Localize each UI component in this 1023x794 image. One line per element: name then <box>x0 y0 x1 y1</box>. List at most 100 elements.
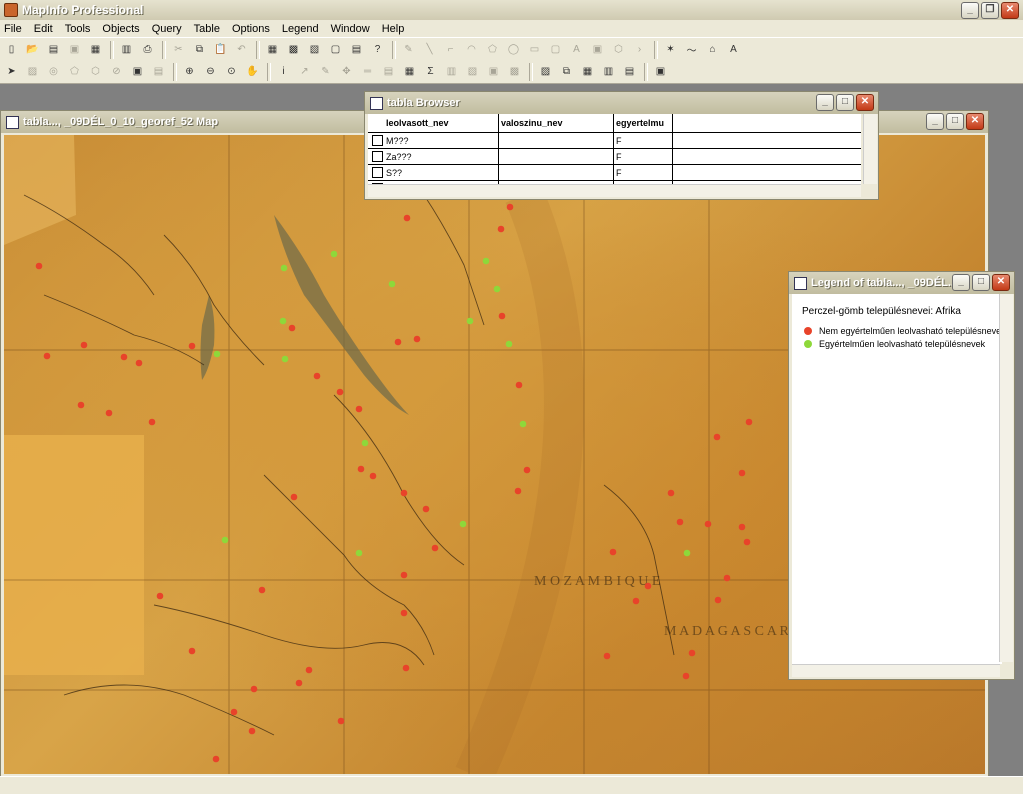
column-header[interactable]: egyertelmu <box>614 114 673 132</box>
row-checkbox[interactable] <box>371 151 383 162</box>
map-point-ambiguous[interactable] <box>336 388 344 396</box>
table-cell[interactable]: F <box>614 149 673 164</box>
map-point-unambiguous[interactable] <box>355 549 363 557</box>
table-row[interactable]: M??? F <box>368 133 861 149</box>
zoom-out-icon[interactable]: ⊖ <box>201 62 220 81</box>
table-row[interactable]: Za??? F <box>368 149 861 165</box>
map-point-ambiguous[interactable] <box>515 381 523 389</box>
map-point-ambiguous[interactable] <box>305 666 313 674</box>
map-point-ambiguous[interactable] <box>609 548 617 556</box>
menu-objects[interactable]: Objects <box>102 23 139 35</box>
info-tool-icon[interactable]: i <box>274 62 293 81</box>
map-point-unambiguous[interactable] <box>388 280 396 288</box>
legend-minimize-button[interactable]: _ <box>952 274 970 291</box>
polyline-icon[interactable]: ⌐ <box>441 40 460 59</box>
legend-close-button[interactable]: ✕ <box>992 274 1010 291</box>
table-cell[interactable] <box>499 149 614 164</box>
setclip-icon[interactable]: ▩ <box>505 62 524 81</box>
map-point-ambiguous[interactable] <box>77 401 85 409</box>
copy-icon[interactable]: ⧉ <box>190 40 209 59</box>
map-point-ambiguous[interactable] <box>35 262 43 270</box>
menu-help[interactable]: Help <box>382 23 405 35</box>
browser-close-button[interactable]: ✕ <box>856 94 874 111</box>
map-point-unambiguous[interactable] <box>459 520 467 528</box>
grabber-hand-icon[interactable]: ✋ <box>243 62 262 81</box>
boundary-select-icon[interactable]: ⬡ <box>86 62 105 81</box>
menu-window[interactable]: Window <box>331 23 370 35</box>
hotlink-icon[interactable]: ↗ <box>295 62 314 81</box>
map-point-ambiguous[interactable] <box>295 679 303 687</box>
clip-region-icon[interactable]: ▣ <box>484 62 503 81</box>
map-point-ambiguous[interactable] <box>400 571 408 579</box>
rectangle-icon[interactable]: ▭ <box>525 40 544 59</box>
rounded-rectangle-icon[interactable]: ▢ <box>546 40 565 59</box>
map-point-ambiguous[interactable] <box>523 466 531 474</box>
statistics-icon[interactable]: ▧ <box>463 62 482 81</box>
table-cell[interactable]: Za??? <box>384 149 499 164</box>
legend-titlebar[interactable]: Legend of tabla..., _09DÉL... _ □ ✕ <box>789 272 1014 294</box>
map-point-ambiguous[interactable] <box>400 609 408 617</box>
map-point-ambiguous[interactable] <box>738 523 746 531</box>
polygon-icon[interactable]: ⬠ <box>483 40 502 59</box>
map-point-ambiguous[interactable] <box>400 489 408 497</box>
invert-selection-icon[interactable]: ▣ <box>128 62 147 81</box>
symbol-style-icon[interactable]: ✶ <box>661 40 680 59</box>
row-checkbox[interactable] <box>371 167 383 178</box>
map-point-ambiguous[interactable] <box>290 493 298 501</box>
map-point-ambiguous[interactable] <box>212 755 220 763</box>
legend-maximize-button[interactable]: □ <box>972 274 990 291</box>
map-point-unambiguous[interactable] <box>493 285 501 293</box>
map-point-ambiguous[interactable] <box>43 352 51 360</box>
map-point-unambiguous[interactable] <box>213 350 221 358</box>
map-point-ambiguous[interactable] <box>603 652 611 660</box>
save-workspace-icon[interactable]: ▦ <box>86 40 105 59</box>
cut-icon[interactable]: ✂ <box>169 40 188 59</box>
new-grapher-icon[interactable]: ▧ <box>305 40 324 59</box>
new-layout-icon[interactable]: ▢ <box>326 40 345 59</box>
print-preview-icon[interactable]: ▥ <box>117 40 136 59</box>
graph-select-icon[interactable]: ▤ <box>149 62 168 81</box>
map-point-ambiguous[interactable] <box>514 487 522 495</box>
map-point-ambiguous[interactable] <box>498 312 506 320</box>
map-point-ambiguous[interactable] <box>745 418 753 426</box>
map-point-unambiguous[interactable] <box>330 250 338 258</box>
map-point-unambiguous[interactable] <box>505 340 513 348</box>
table-cell[interactable]: S?? <box>384 165 499 180</box>
table-cell[interactable]: M??? <box>384 133 499 148</box>
open-icon[interactable]: 📂 <box>23 40 42 59</box>
map-point-ambiguous[interactable] <box>80 341 88 349</box>
map-close-button[interactable]: ✕ <box>966 113 984 130</box>
symbol-icon[interactable]: ✎ <box>399 40 418 59</box>
close-button[interactable]: ✕ <box>1001 2 1019 19</box>
show-statistics-icon[interactable]: ▦ <box>400 62 419 81</box>
table-cell[interactable]: F <box>614 133 673 148</box>
table-icon[interactable]: ▤ <box>620 62 639 81</box>
map-point-unambiguous[interactable] <box>466 317 474 325</box>
map-point-ambiguous[interactable] <box>148 418 156 426</box>
browser-maximize-button[interactable]: □ <box>836 94 854 111</box>
map-point-ambiguous[interactable] <box>644 582 652 590</box>
browser-minimize-button[interactable]: _ <box>816 94 834 111</box>
layer-icon[interactable]: ⧉ <box>557 62 576 81</box>
browser-titlebar[interactable]: tabla Browser _ □ ✕ <box>365 92 878 114</box>
menu-query[interactable]: Query <box>152 23 182 35</box>
map-point-unambiguous[interactable] <box>482 257 490 265</box>
line-icon[interactable]: ╲ <box>420 40 439 59</box>
map-options-icon[interactable]: ▦ <box>578 62 597 81</box>
run-mapbasic-icon[interactable]: ▣ <box>651 62 670 81</box>
new-icon[interactable]: ▯ <box>2 40 21 59</box>
arc-icon[interactable]: ◠ <box>462 40 481 59</box>
map-maximize-button[interactable]: □ <box>946 113 964 130</box>
thematic-map-icon[interactable]: ▨ <box>536 62 555 81</box>
column-header[interactable]: leolvasott_nev <box>384 114 499 132</box>
menu-edit[interactable]: Edit <box>34 23 53 35</box>
polygon-select-icon[interactable]: ⬠ <box>65 62 84 81</box>
map-point-ambiguous[interactable] <box>230 708 238 716</box>
minimize-button[interactable]: _ <box>961 2 979 19</box>
table-row[interactable]: S?? F <box>368 165 861 181</box>
map-point-ambiguous[interactable] <box>688 649 696 657</box>
map-point-ambiguous[interactable] <box>632 597 640 605</box>
menu-tools[interactable]: Tools <box>65 23 91 35</box>
map-point-unambiguous[interactable] <box>280 264 288 272</box>
region-style-icon[interactable]: ⌂ <box>703 40 722 59</box>
